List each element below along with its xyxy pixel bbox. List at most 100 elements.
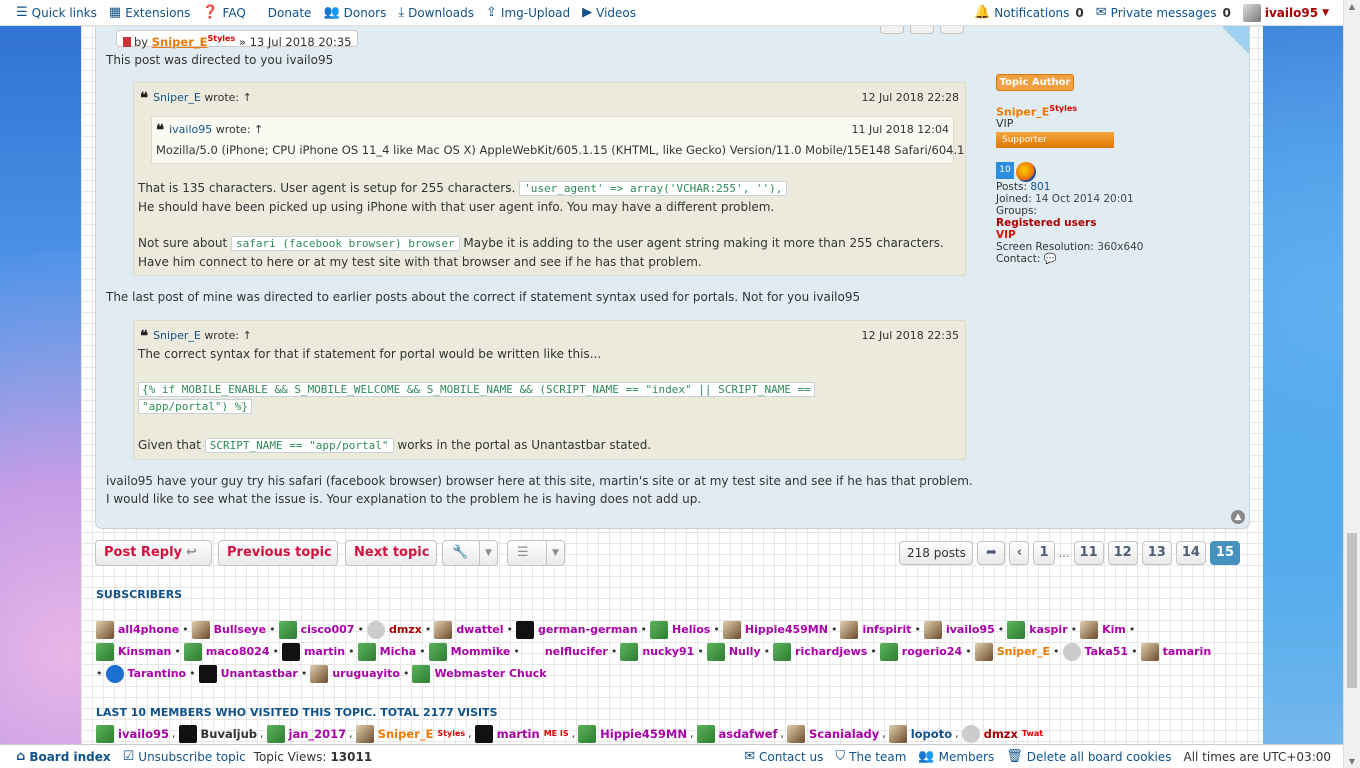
avatar: [278, 621, 297, 639]
member-item[interactable]: jan_2017: [266, 723, 346, 745]
scrollbar-thumb[interactable]: [1347, 533, 1357, 688]
member-item[interactable]: Micha: [357, 641, 416, 663]
notifications-link[interactable]: 🔔 Notifications 0: [974, 5, 1084, 20]
member-item[interactable]: Nully: [706, 641, 761, 663]
member-item[interactable]: cisco007: [278, 619, 354, 641]
post-author-link[interactable]: Sniper_E: [152, 35, 208, 49]
delete-cookies-link[interactable]: 🗑 Delete all board cookies: [1006, 749, 1171, 764]
page-13[interactable]: 13: [1141, 541, 1172, 565]
page-1[interactable]: 1: [1033, 541, 1055, 565]
member-item[interactable]: dwattel: [434, 619, 504, 641]
member-item[interactable]: Kinsman: [96, 641, 171, 663]
unsubscribe-link[interactable]: ☑ Unsubscribe topic: [123, 749, 246, 764]
group-registered[interactable]: Registered users: [996, 217, 1096, 229]
member-name: Hippie459MN: [600, 727, 687, 741]
group-vip[interactable]: VIP: [996, 229, 1016, 241]
quote-1-author[interactable]: Sniper_E: [153, 89, 201, 107]
quote-2-jump[interactable]: ↑: [243, 327, 252, 345]
videos-link[interactable]: ▶ Videos: [582, 5, 636, 20]
member-item[interactable]: Taka51: [1062, 641, 1128, 663]
user-menu[interactable]: ivailo95 ▼: [1242, 3, 1329, 22]
member-item[interactable]: nelflucifer: [523, 641, 608, 663]
member-name: Mommike: [450, 645, 511, 658]
post-text-2: The last post of mine was directed to ea…: [106, 290, 861, 304]
post-reply-button[interactable]: Post Reply ↩: [95, 540, 212, 566]
the-team-link[interactable]: ⛉ The team: [835, 749, 906, 764]
topic-tools-button[interactable]: 🔧 ▼: [442, 540, 498, 566]
contact-us-link[interactable]: ✉ Contact us: [744, 749, 823, 764]
members-link[interactable]: 👥 Members: [918, 749, 994, 764]
member-item[interactable]: Hippie459MN: [578, 723, 687, 745]
quote-2-author[interactable]: Sniper_E: [153, 327, 201, 345]
member-item[interactable]: richardjews: [773, 641, 867, 663]
member-item[interactable]: Mommike: [428, 641, 511, 663]
member-item[interactable]: dmzx Twat: [961, 723, 1043, 745]
member-item[interactable]: kaspir: [1007, 619, 1068, 641]
member-item[interactable]: tamarin: [1140, 641, 1212, 663]
page-15-current[interactable]: 15: [1209, 541, 1240, 565]
member-item[interactable]: Sniper_E: [974, 641, 1050, 663]
member-item[interactable]: german-german: [516, 619, 638, 641]
member-item[interactable]: Sniper_E Styles: [355, 723, 465, 745]
member-item[interactable]: nucky91: [620, 641, 694, 663]
member-item[interactable]: martin ME IS: [474, 723, 569, 745]
member-item[interactable]: Bullseye: [191, 619, 266, 641]
member-name: Tarantino: [127, 667, 187, 680]
member-name: tamarin: [1162, 645, 1212, 658]
member-item[interactable]: Hippie459MN: [722, 619, 828, 641]
previous-topic-button[interactable]: Previous topic: [218, 540, 338, 566]
next-topic-button[interactable]: Next topic: [345, 540, 437, 566]
quote-1-inner-text: Mozilla/5.0 (iPhone; CPU iPhone OS 11_4 …: [156, 143, 965, 157]
page-scrollbar[interactable]: ▲ ▼: [1343, 0, 1360, 768]
donors-link[interactable]: 👥 Donors: [323, 5, 386, 20]
quick-links[interactable]: ☰ Quick links: [16, 5, 97, 20]
member-item[interactable]: Scanialady: [787, 723, 879, 745]
member-item[interactable]: asdafwef: [696, 723, 778, 745]
notifications-count: 0: [1075, 5, 1084, 20]
display-options-button[interactable]: ☰ ▼: [507, 540, 565, 566]
profile-posts[interactable]: 801: [1030, 181, 1050, 193]
img-upload-link[interactable]: ⇪ Img-Upload: [486, 5, 570, 20]
member-item[interactable]: Buvaljub: [178, 723, 257, 745]
quote-1-inner-author[interactable]: ivailo95: [169, 121, 212, 139]
member-item[interactable]: ivailo95: [923, 619, 995, 641]
avatar: [840, 621, 859, 639]
private-messages-link[interactable]: ✉ Private messages 0: [1096, 5, 1231, 20]
faq-link[interactable]: ❓ FAQ: [202, 5, 245, 20]
member-item[interactable]: rogerio24: [879, 641, 962, 663]
jump-to-page-icon[interactable]: ➦: [977, 541, 1006, 565]
quote-1-jump[interactable]: ↑: [243, 89, 252, 107]
member-item[interactable]: martin: [281, 641, 345, 663]
contact-icon[interactable]: 💬: [1044, 253, 1057, 265]
member-item[interactable]: all4phone: [96, 619, 179, 641]
member-item[interactable]: Kim: [1080, 619, 1126, 641]
scroll-down-icon[interactable]: ▼: [1347, 757, 1357, 766]
member-item[interactable]: Tarantino: [105, 663, 187, 685]
member-item[interactable]: lopoto: [888, 723, 952, 745]
member-item[interactable]: infspirit: [840, 619, 911, 641]
avatar: [191, 621, 210, 639]
back-to-top-icon[interactable]: ▲: [1231, 510, 1245, 524]
page-14[interactable]: 14: [1175, 541, 1206, 565]
avatar: [523, 643, 541, 661]
quote-1-inner-jump[interactable]: ↑: [254, 121, 263, 139]
page-11[interactable]: 11: [1073, 541, 1104, 565]
shield-icon: ⛉: [835, 749, 846, 764]
code-block: {% if MOBILE_ENABLE && S_MOBILE_WELCOME …: [138, 381, 815, 415]
member-item[interactable]: Webmaster Chuck: [412, 663, 547, 685]
donate-link[interactable]: Donate: [268, 6, 312, 20]
member-item[interactable]: maco8024: [183, 641, 269, 663]
separator: ,: [955, 727, 959, 740]
board-index-link[interactable]: ⌂ Board index: [16, 749, 111, 764]
member-item[interactable]: uruguayito: [310, 663, 400, 685]
prev-page-icon[interactable]: ‹: [1009, 541, 1030, 565]
member-item[interactable]: dmzx: [366, 619, 422, 641]
page-12[interactable]: 12: [1107, 541, 1138, 565]
extensions-link[interactable]: ▦ Extensions: [109, 5, 190, 20]
topic-views-count: 13011: [330, 749, 373, 764]
member-item[interactable]: Helios: [650, 619, 710, 641]
scroll-up-icon[interactable]: ▲: [1347, 2, 1357, 11]
member-item[interactable]: ivailo95: [96, 723, 169, 745]
downloads-link[interactable]: ⤓ Downloads: [398, 5, 474, 20]
member-item[interactable]: Unantastbar: [198, 663, 298, 685]
